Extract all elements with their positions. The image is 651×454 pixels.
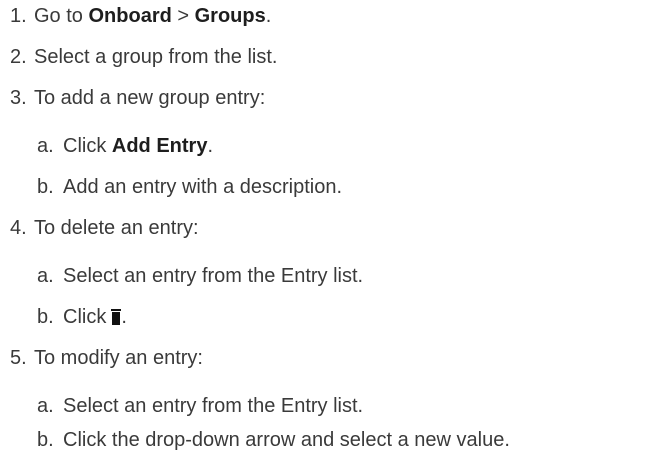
step-text: Click the drop-down arrow and select a n… <box>63 429 510 451</box>
add-entry-label: Add Entry <box>111 135 208 157</box>
step-4b: b. Click. <box>37 305 127 329</box>
step-5a: a. Select an entry from the Entry list. <box>37 394 363 418</box>
step-text: To delete an entry: <box>34 217 199 239</box>
step-5: 5. To modify an entry: <box>10 346 203 370</box>
step-text: . <box>265 5 272 27</box>
substep-letter: b. <box>37 176 54 198</box>
step-text: Go to <box>34 5 89 27</box>
substep-letter: b. <box>37 306 54 328</box>
substep-letter: a. <box>37 395 54 417</box>
step-text: To add a new group entry: <box>34 87 266 109</box>
instruction-document: 1. Go to Onboard > Groups. 2. Select a gro… <box>0 0 651 454</box>
step-2: 2. Select a group from the list. <box>10 45 277 69</box>
step-number: 1. <box>10 5 27 27</box>
step-text: To modify an entry: <box>34 347 203 369</box>
step-5b: b. Click the drop-down arrow and select a… <box>37 428 510 452</box>
substep-letter: b. <box>37 429 54 451</box>
step-number: 2. <box>10 46 27 68</box>
step-text: Click <box>63 135 112 157</box>
step-4: 4. To delete an entry: <box>10 216 199 240</box>
step-text: . <box>121 306 127 328</box>
step-text: . <box>207 135 214 157</box>
menu-onboard: Onboard <box>88 5 172 27</box>
menu-groups: Groups <box>194 5 266 27</box>
step-number: 5. <box>10 347 27 369</box>
step-text: Click <box>63 306 107 328</box>
step-1: 1. Go to Onboard > Groups. <box>10 4 271 28</box>
step-text: Select an entry from the Entry list. <box>63 265 364 287</box>
menu-separator: > <box>171 5 195 27</box>
substep-letter: a. <box>37 265 54 287</box>
step-number: 3. <box>10 87 27 109</box>
step-number: 4. <box>10 217 27 239</box>
trash-icon <box>111 309 122 325</box>
step-text: Select an entry from the Entry list. <box>63 395 364 417</box>
step-text: Select a group from the list. <box>34 46 278 68</box>
step-3a: a. Click Add Entry. <box>37 134 213 158</box>
substep-letter: a. <box>37 135 54 157</box>
step-3b: b. Add an entry with a description. <box>37 175 342 199</box>
step-4a: a. Select an entry from the Entry list. <box>37 264 363 288</box>
step-3: 3. To add a new group entry: <box>10 86 265 110</box>
step-text: Add an entry with a description. <box>63 176 343 198</box>
